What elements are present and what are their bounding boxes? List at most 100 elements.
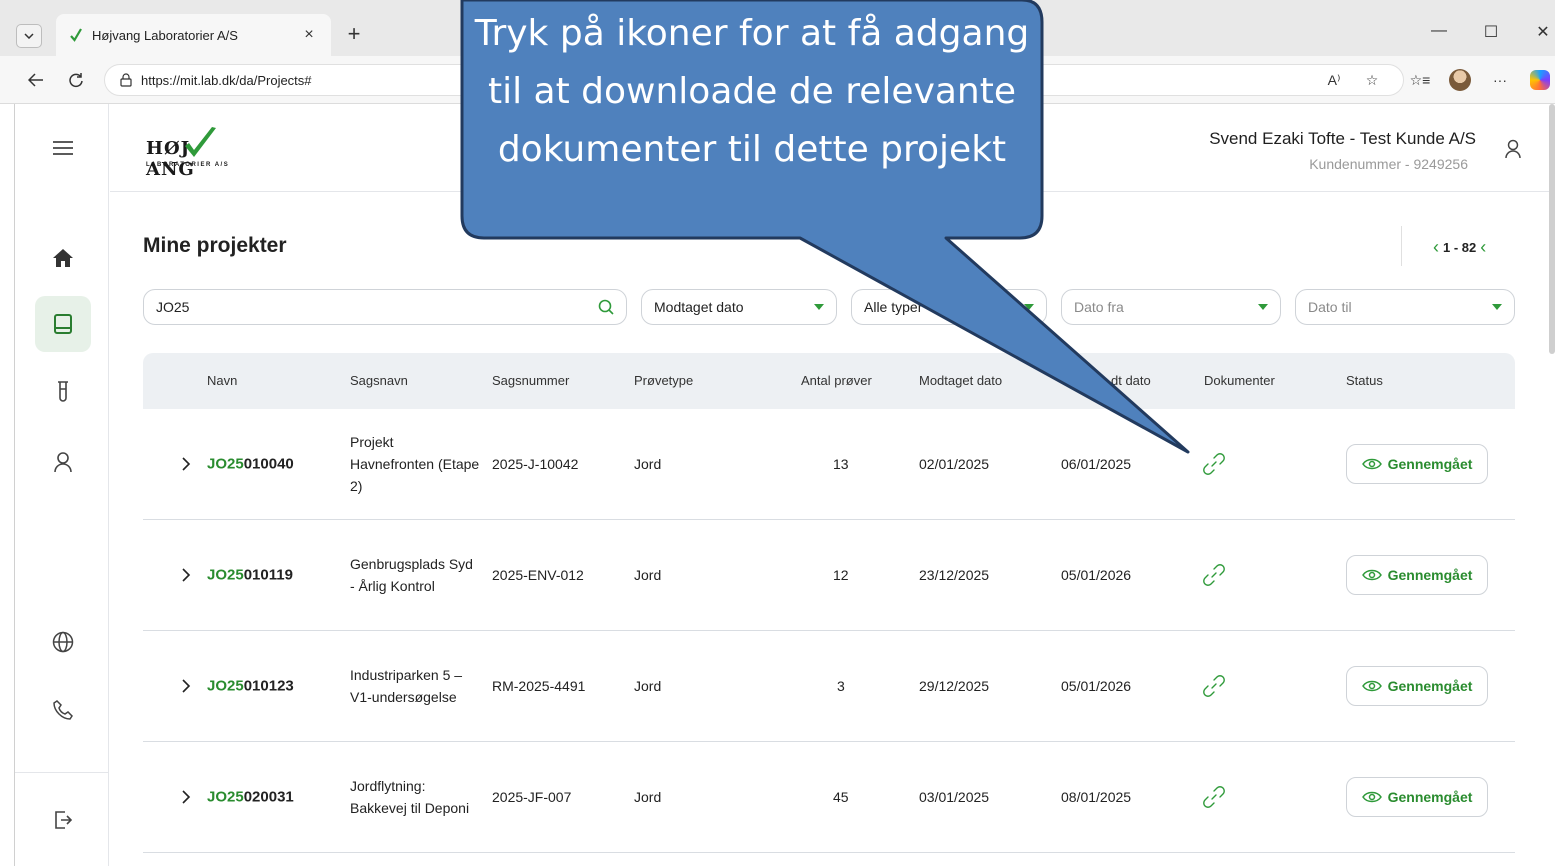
next-page-icon[interactable]: ‹	[1480, 237, 1486, 258]
read-aloud-icon[interactable]: A⁾	[1322, 68, 1346, 92]
page-scrollbar[interactable]	[1549, 104, 1555, 354]
page-title: Mine projekter	[143, 234, 287, 257]
project-id-number: 010040	[243, 455, 294, 473]
checkmark-favicon-icon	[70, 28, 82, 42]
pager-range: 1 - 82	[1443, 240, 1477, 255]
new-tab-button[interactable]: +	[342, 22, 366, 46]
favorites-icon[interactable]: ☆≡	[1408, 68, 1432, 92]
home-icon	[53, 249, 73, 267]
table-row[interactable]: JO25010119 Genbrugsplads Syd - Årlig Kon…	[143, 520, 1515, 631]
pager-divider	[1401, 226, 1402, 266]
chevron-right-icon[interactable]	[179, 679, 193, 693]
case-name: Industriparken 5 – V1-undersøgelse	[350, 667, 463, 705]
projects-icon	[54, 314, 72, 334]
logo-checkmark-icon	[185, 127, 216, 157]
browser-tab[interactable]: Højvang Laboratorier A/S ×	[56, 14, 331, 56]
date-to-placeholder: Dato til	[1308, 299, 1352, 315]
favorite-star-icon[interactable]: ☆	[1360, 68, 1384, 92]
user-icon	[54, 452, 72, 473]
logo-subtitle: LABORATORIER A/S	[146, 162, 230, 168]
sidebar-item-contact[interactable]	[35, 682, 91, 738]
project-id-prefix: JO25	[207, 788, 244, 806]
project-id-prefix: JO25	[207, 677, 244, 695]
back-button[interactable]	[22, 66, 50, 94]
eye-icon	[1361, 680, 1382, 692]
sidebar-item-samples[interactable]	[35, 364, 91, 420]
case-name: Jordflytning: Bakkevej til Deponi	[350, 778, 470, 816]
logout-icon	[55, 811, 73, 829]
table-row[interactable]: JO25010123 Industriparken 5 – V1-undersø…	[143, 631, 1515, 742]
sidebar	[15, 104, 109, 866]
globe-icon	[52, 631, 74, 653]
eye-icon	[1361, 569, 1382, 581]
account-user-icon[interactable]	[1504, 138, 1522, 160]
status-button[interactable]: Gennemgået	[1346, 555, 1488, 595]
col-navn[interactable]: Navn	[207, 373, 237, 388]
arrow-left-icon	[28, 73, 43, 87]
status-label: Gennemgået	[1387, 789, 1473, 805]
case-number: 2025-JF-007	[492, 789, 572, 805]
link-icon[interactable]	[1203, 786, 1225, 808]
completed-date: 08/01/2025	[1061, 789, 1132, 805]
tab-actions-button[interactable]	[16, 24, 42, 48]
chevron-right-icon[interactable]	[179, 457, 193, 471]
close-window-button[interactable]: ✕	[1528, 22, 1555, 42]
minimize-button[interactable]: —	[1424, 22, 1454, 40]
col-sagsnavn[interactable]: Sagsnavn	[350, 373, 408, 388]
customer-number: Kundenummer - 9249256	[1309, 156, 1468, 172]
page-info-icon	[120, 73, 132, 87]
logout-button[interactable]	[35, 792, 91, 848]
profile-avatar[interactable]	[1448, 68, 1472, 92]
sidebar-item-home[interactable]	[35, 230, 91, 286]
link-icon[interactable]	[1203, 564, 1225, 586]
copilot-icon[interactable]	[1528, 68, 1552, 92]
maximize-button[interactable]: ☐	[1476, 22, 1506, 42]
status-button[interactable]: Gennemgået	[1346, 777, 1488, 817]
callout-text: Tryk på ikoner for at få adgang til at d…	[474, 13, 1030, 170]
tab-title: Højvang Laboratorier A/S	[92, 27, 238, 43]
received-date: 03/01/2025	[919, 789, 990, 805]
tab-close-icon[interactable]: ×	[299, 26, 319, 44]
project-id[interactable]: JO25020031	[207, 789, 294, 806]
col-status: Status	[1346, 373, 1383, 388]
status-label: Gennemgået	[1387, 456, 1473, 472]
project-id-prefix: JO25	[207, 566, 244, 584]
date-to-select[interactable]: Dato til	[1295, 289, 1515, 325]
test-tube-icon	[58, 381, 68, 402]
project-id-prefix: JO25	[207, 455, 244, 473]
project-id-number: 010123	[243, 677, 294, 695]
project-id[interactable]: JO25010119	[207, 567, 293, 584]
case-number: RM-2025-4491	[492, 678, 586, 694]
project-id[interactable]: JO25010123	[207, 678, 294, 695]
sample-type: Jord	[634, 678, 662, 694]
pagination: ‹ 1 - 82 ‹	[1433, 237, 1486, 258]
received-date: 23/12/2025	[919, 567, 990, 583]
eye-icon	[1361, 458, 1382, 470]
reload-button[interactable]	[62, 66, 90, 94]
prev-page-icon[interactable]: ‹	[1433, 237, 1439, 258]
status-label: Gennemgået	[1387, 567, 1473, 583]
menu-icon	[53, 141, 73, 155]
sidebar-item-language[interactable]	[35, 614, 91, 670]
reload-icon	[69, 73, 83, 88]
link-icon[interactable]	[1203, 675, 1225, 697]
received-date: 29/12/2025	[919, 678, 990, 694]
caret-down-icon	[1492, 304, 1502, 310]
menu-button[interactable]	[35, 120, 91, 176]
chevron-right-icon[interactable]	[179, 790, 193, 804]
status-button[interactable]: Gennemgået	[1346, 666, 1488, 706]
completed-date: 05/01/2026	[1061, 567, 1132, 583]
status-button[interactable]: Gennemgået	[1346, 444, 1488, 484]
project-id[interactable]: JO25010040	[207, 456, 294, 473]
sidebar-item-profile[interactable]	[35, 434, 91, 490]
sidebar-item-projects[interactable]	[35, 296, 91, 352]
hojvang-logo[interactable]: HØJANG LABORATORIER A/S	[146, 126, 266, 180]
table-row[interactable]: JO25020031 Jordflytning: Bakkevej til De…	[143, 742, 1515, 853]
sidebar-divider	[15, 772, 109, 773]
chevron-right-icon[interactable]	[179, 568, 193, 582]
completed-date: 05/01/2026	[1061, 678, 1132, 694]
eye-icon	[1361, 791, 1382, 803]
phone-icon	[53, 700, 73, 720]
more-icon[interactable]: ···	[1488, 68, 1512, 92]
status-label: Gennemgået	[1387, 678, 1473, 694]
